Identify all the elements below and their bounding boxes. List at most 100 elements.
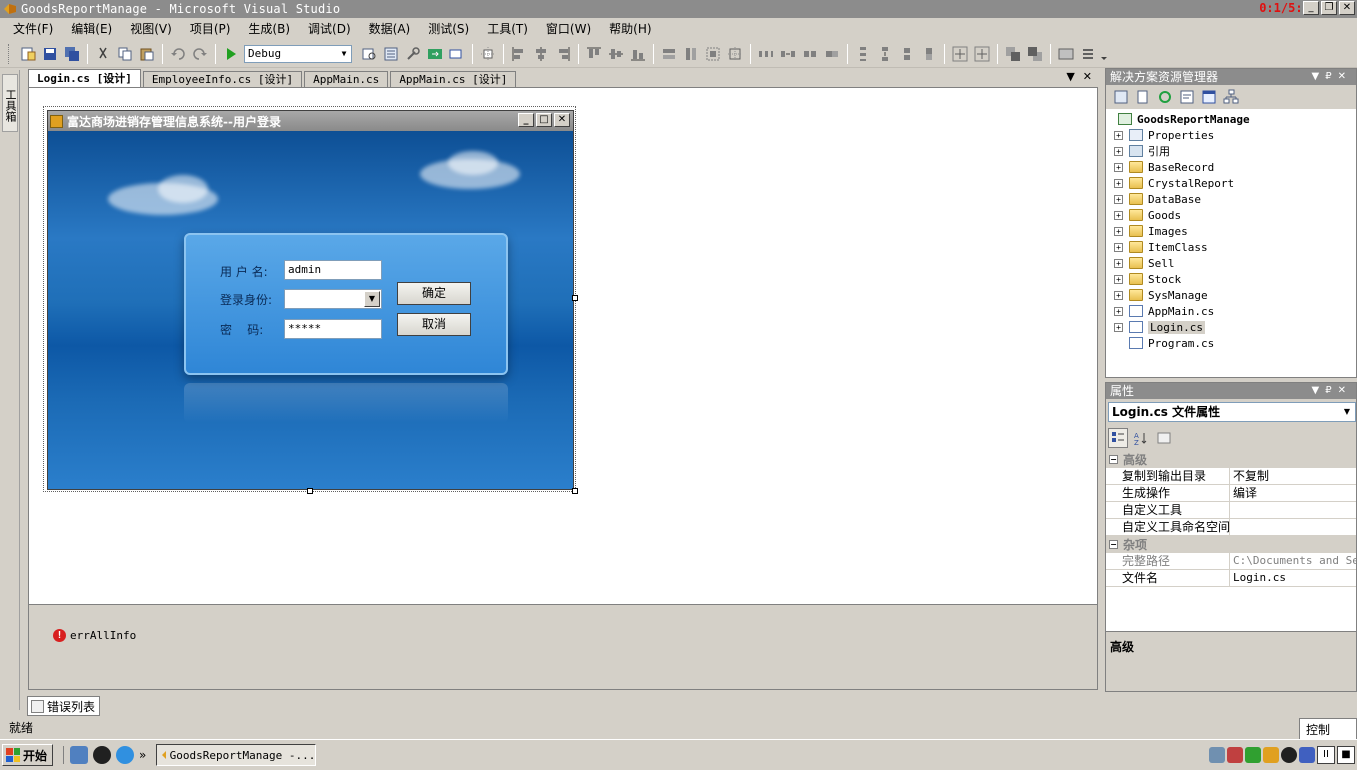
chevron-down-icon[interactable]: ▼ — [364, 291, 380, 307]
menu-edit[interactable]: 编辑(E) — [62, 19, 121, 39]
password-input[interactable]: ***** — [284, 319, 382, 339]
login-form[interactable]: 富达商场进销存管理信息系统--用户登录 _ □ ✕ 用 户 名: admin 登… — [47, 110, 574, 490]
menu-tools[interactable]: 工具(T) — [478, 19, 537, 39]
decrease-vertical-spacing-icon[interactable] — [897, 44, 917, 64]
property-value[interactable]: C:\Documents and Settings — [1230, 553, 1356, 569]
restore-button[interactable]: ❐ — [1321, 1, 1337, 15]
view-code-icon[interactable] — [1178, 88, 1196, 106]
form-maximize-button[interactable]: □ — [536, 113, 552, 127]
taskbar-item-visual-studio[interactable]: GoodsReportManage -... — [156, 744, 317, 766]
ok-button[interactable]: 确定 — [397, 282, 471, 305]
role-select[interactable]: ▼ — [284, 289, 382, 309]
form-close-button[interactable]: ✕ — [554, 113, 570, 127]
tree-item[interactable]: + Goods — [1106, 207, 1356, 223]
expand-icon[interactable]: + — [1114, 194, 1123, 204]
align-rights-icon[interactable] — [553, 44, 573, 64]
expand-icon[interactable]: + — [1114, 130, 1123, 140]
toolbox-tab[interactable]: 工具箱 — [2, 74, 18, 132]
save-icon[interactable] — [40, 44, 60, 64]
expand-icon[interactable]: + — [1114, 146, 1123, 156]
find-in-files-icon[interactable] — [359, 44, 379, 64]
expand-icon[interactable]: + — [1114, 226, 1123, 236]
alphabetical-icon[interactable]: AZ — [1131, 428, 1151, 448]
center-vertically-icon[interactable] — [972, 44, 992, 64]
pause-icon[interactable]: II — [1317, 746, 1335, 764]
tree-item[interactable]: + SysManage — [1106, 287, 1356, 303]
window-position-icon[interactable]: ▼ — [1312, 385, 1326, 396]
decrease-horizontal-spacing-icon[interactable] — [800, 44, 820, 64]
login-form-titlebar[interactable]: 富达商场进销存管理信息系统--用户登录 _ □ ✕ — [48, 111, 573, 131]
tray-app-icon[interactable] — [1299, 747, 1315, 763]
start-button[interactable]: 开始 — [2, 744, 54, 766]
cut-icon[interactable] — [93, 44, 113, 64]
tree-item[interactable]: + CrystalReport — [1106, 175, 1356, 191]
categorized-icon[interactable] — [1108, 428, 1128, 448]
cancel-button[interactable]: 取消 — [397, 313, 471, 336]
resize-handle-bottom-right[interactable] — [572, 488, 578, 494]
redo-icon[interactable] — [190, 44, 210, 64]
internet-explorer-icon[interactable] — [116, 746, 135, 764]
remove-horizontal-spacing-icon[interactable] — [822, 44, 842, 64]
expand-icon[interactable]: + — [1114, 210, 1123, 220]
align-middles-icon[interactable] — [606, 44, 626, 64]
property-row[interactable]: 文件名 Login.cs — [1106, 570, 1356, 587]
start-debugging-icon[interactable] — [221, 44, 241, 64]
property-category-advanced[interactable]: − 高级 — [1106, 451, 1356, 468]
property-value[interactable]: 编译 — [1230, 485, 1356, 501]
close-panel-icon[interactable]: ✕ — [1338, 385, 1352, 396]
object-browser-icon[interactable] — [425, 44, 445, 64]
expand-icon[interactable]: + — [1114, 178, 1123, 188]
tab-order-icon[interactable] — [1056, 44, 1076, 64]
form-designer-surface[interactable]: 富达商场进销存管理信息系统--用户登录 _ □ ✕ 用 户 名: admin 登… — [28, 87, 1098, 605]
property-pages-icon[interactable] — [1154, 428, 1174, 448]
minimize-button[interactable]: _ — [1303, 1, 1319, 15]
tree-item[interactable]: + BaseRecord — [1106, 159, 1356, 175]
save-all-icon[interactable] — [62, 44, 82, 64]
tree-item[interactable]: + Properties — [1106, 127, 1356, 143]
make-horizontal-spacing-equal-icon[interactable] — [756, 44, 776, 64]
menu-file[interactable]: 文件(F) — [4, 19, 62, 39]
tab-appmain-code[interactable]: AppMain.cs — [304, 71, 389, 87]
collapse-icon[interactable]: − — [1109, 455, 1118, 464]
tab-appmain-design[interactable]: AppMain.cs [设计] — [390, 71, 517, 87]
size-to-grid-icon[interactable] — [725, 44, 745, 64]
tab-employeeinfo-design[interactable]: EmployeeInfo.cs [设计] — [142, 71, 303, 87]
menu-project[interactable]: 项目(P) — [181, 19, 240, 39]
menu-debug[interactable]: 调试(D) — [299, 19, 360, 39]
close-button[interactable]: ✕ — [1339, 1, 1355, 15]
menu-view[interactable]: 视图(V) — [121, 19, 181, 39]
close-document-icon[interactable]: ✕ — [1083, 70, 1092, 83]
lock-controls-icon[interactable] — [1078, 44, 1098, 64]
tree-project-node[interactable]: GoodsReportManage — [1106, 111, 1356, 127]
property-value[interactable]: 不复制 — [1230, 468, 1356, 484]
align-to-grid-icon[interactable] — [478, 44, 498, 64]
make-same-height-icon[interactable] — [681, 44, 701, 64]
property-category-misc[interactable]: − 杂项 — [1106, 536, 1356, 553]
tree-item[interactable]: + Login.cs — [1106, 319, 1356, 335]
tray-app-icon[interactable] — [1245, 747, 1261, 763]
tree-item[interactable]: + Sell — [1106, 255, 1356, 271]
align-lefts-icon[interactable] — [509, 44, 529, 64]
align-centers-icon[interactable] — [531, 44, 551, 64]
quick-launch-more[interactable]: » — [139, 748, 146, 762]
properties-object-select[interactable]: Login.cs 文件属性 ▼ — [1108, 402, 1356, 422]
refresh-icon[interactable] — [1156, 88, 1174, 106]
tree-item[interactable]: Program.cs — [1106, 335, 1356, 351]
form-selection-frame[interactable]: 富达商场进销存管理信息系统--用户登录 _ □ ✕ 用 户 名: admin 登… — [43, 106, 578, 494]
resize-handle-right[interactable] — [572, 295, 578, 301]
show-all-files-icon[interactable] — [1134, 88, 1152, 106]
tree-item[interactable]: + Stock — [1106, 271, 1356, 287]
expand-icon[interactable]: + — [1114, 306, 1123, 316]
chevron-down-icon[interactable]: ▼ — [337, 46, 351, 62]
menu-build[interactable]: 生成(B) — [239, 19, 299, 39]
stop-icon[interactable]: ■ — [1337, 746, 1355, 764]
chevron-down-icon[interactable]: ▼ — [1340, 404, 1354, 420]
make-same-width-icon[interactable] — [659, 44, 679, 64]
center-horizontally-icon[interactable] — [950, 44, 970, 64]
qq-tray-icon[interactable] — [1281, 747, 1297, 763]
increase-horizontal-spacing-icon[interactable] — [778, 44, 798, 64]
properties-window-icon[interactable] — [403, 44, 423, 64]
expand-icon[interactable]: + — [1114, 258, 1123, 268]
toolbar-grip[interactable] — [8, 43, 11, 64]
increase-vertical-spacing-icon[interactable] — [875, 44, 895, 64]
